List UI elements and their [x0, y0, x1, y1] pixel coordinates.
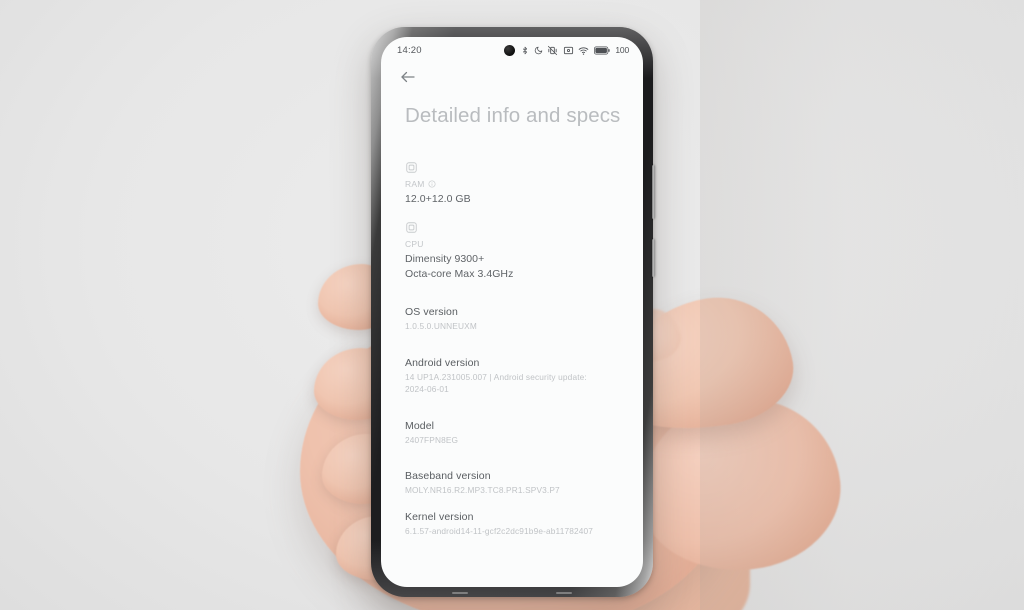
memory-chip-icon — [406, 161, 417, 173]
back-arrow-icon[interactable] — [399, 68, 417, 86]
spec-value-model: 2407FPN8EG — [405, 434, 459, 445]
status-bar-icons: 100 — [503, 44, 629, 56]
camera-punch-hole-icon — [503, 44, 515, 56]
spec-key-ram-label: RAM — [405, 178, 425, 189]
spec-value-kernel-version: 6.1.57-android14-11-gcf2c2dc91b9e-ab1178… — [405, 525, 594, 536]
spec-key-ram: RAM — [405, 179, 643, 189]
spec-value-android-version: 14 UP1A.231005.007 | Android security up… — [405, 371, 587, 395]
smartphone-device: 14:20 100 Detailed info and specs RAM 12… — [371, 27, 655, 597]
nav-bar — [381, 59, 643, 91]
spec-item-baseband-version[interactable]: Baseband version MOLY.NR16.R2.MP3.TC8.PR… — [405, 470, 643, 496]
info-icon[interactable] — [428, 180, 436, 188]
power-button[interactable] — [652, 239, 655, 277]
spec-value-os-version: 1.0.5.0.UNNEUXM — [405, 321, 477, 332]
battery-percent-label: 100 — [615, 45, 629, 55]
spec-item-android-version[interactable]: Android version 14 UP1A.231005.007 | And… — [405, 357, 643, 396]
spec-item-model[interactable]: Model 2407FPN8EG — [405, 420, 643, 446]
page-title: Detailed info and specs — [405, 104, 621, 127]
speaker-grill — [452, 592, 572, 594]
spec-list: RAM 12.0+12.0 GB CPU Dimensity 9300+ Oct… — [381, 131, 643, 537]
spec-value-cpu-cores: Octa-core Max 3.4GHz — [405, 268, 514, 281]
phone-screen: 14:20 100 Detailed info and specs RAM 12… — [381, 37, 643, 587]
spec-item-ram[interactable]: RAM 12.0+12.0 GB — [405, 161, 643, 207]
spec-item-cpu[interactable]: CPU Dimensity 9300+ Octa-core Max 3.4GHz — [405, 221, 643, 282]
spec-label-android-version: Android version — [405, 356, 480, 369]
screenshot-icon — [563, 46, 573, 54]
bluetooth-icon — [523, 46, 528, 54]
hand-knuckles — [631, 390, 849, 580]
spec-value-ram: 12.0+12.0 GB — [405, 192, 471, 205]
status-bar-clock: 14:20 — [397, 44, 422, 56]
spec-key-cpu-label: CPU — [405, 238, 424, 249]
spec-key-cpu: CPU — [405, 239, 643, 249]
photo-scene: 14:20 100 Detailed info and specs RAM 12… — [0, 0, 1024, 610]
do-not-disturb-moon-icon — [534, 46, 543, 54]
spec-label-model: Model — [405, 419, 435, 432]
wifi-icon — [579, 46, 589, 55]
spec-item-os-version[interactable]: OS version 1.0.5.0.UNNEUXM — [405, 306, 643, 332]
spec-value-cpu-model: Dimensity 9300+ — [405, 252, 485, 265]
battery-icon — [593, 46, 610, 55]
spec-label-os-version: OS version — [405, 306, 458, 319]
cpu-chip-icon — [406, 222, 417, 233]
spec-value-baseband-version: MOLY.NR16.R2.MP3.TC8.PR1.SPV3.P7 — [405, 485, 560, 496]
spec-label-kernel-version: Kernel version — [405, 510, 474, 523]
spec-label-baseband-version: Baseband version — [405, 470, 491, 483]
vibrate-off-icon — [548, 45, 558, 55]
volume-button[interactable] — [652, 165, 655, 219]
status-bar: 14:20 100 — [381, 37, 643, 59]
spec-item-kernel-version[interactable]: Kernel version 6.1.57-android14-11-gcf2c… — [405, 511, 643, 537]
